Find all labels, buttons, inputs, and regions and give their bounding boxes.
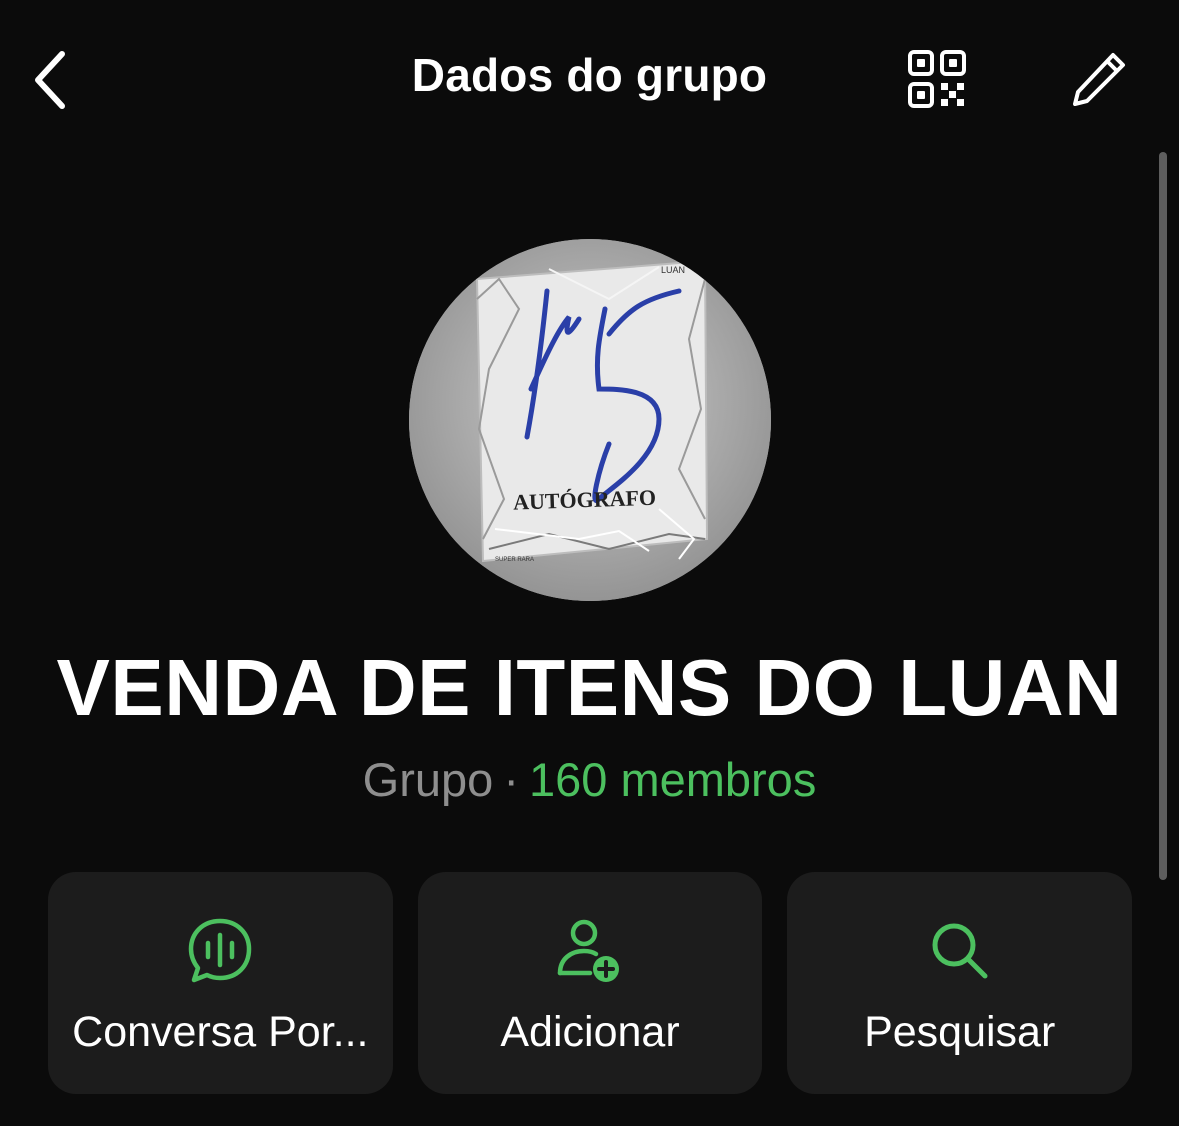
autograph-card-label: AUTÓGRAFO: [513, 485, 657, 515]
card-corner-label: LUAN: [661, 265, 685, 275]
voice-chat-icon: [189, 918, 252, 983]
group-info-screen: Dados do grupo AUTÓGRAFO LUAN SUPER RARA…: [0, 0, 1179, 1126]
group-subtitle: Grupo · 160 membros: [0, 752, 1179, 807]
group-type: Grupo: [362, 753, 494, 806]
autograph-card-photo: AUTÓGRAFO LUAN SUPER RARA: [409, 239, 771, 601]
voice-chat-label: Conversa Por...: [72, 1008, 369, 1056]
add-member-button[interactable]: Adicionar: [417, 872, 763, 1094]
add-person-icon: [557, 919, 619, 982]
search-button[interactable]: Pesquisar: [787, 872, 1133, 1094]
edit-button[interactable]: [1062, 42, 1136, 116]
qr-code-icon: [908, 50, 966, 108]
members-count-link[interactable]: 160 membros: [529, 753, 816, 806]
qr-code-button[interactable]: [900, 42, 974, 116]
search-icon: [932, 923, 988, 979]
add-member-label: Adicionar: [500, 1008, 680, 1056]
group-avatar[interactable]: AUTÓGRAFO LUAN SUPER RARA: [409, 239, 771, 601]
group-name: VENDA DE ITENS DO LUAN: [56, 643, 1123, 732]
page-title: Dados do grupo: [411, 49, 768, 101]
voice-chat-button[interactable]: Conversa Por...: [48, 872, 393, 1094]
card-footer-label: SUPER RARA: [495, 557, 534, 563]
pencil-icon: [1073, 53, 1125, 106]
separator-dot: ·: [503, 753, 519, 806]
search-label: Pesquisar: [864, 1008, 1056, 1056]
action-buttons: Conversa Por... Adicionar Pesquisar: [48, 872, 1133, 1094]
